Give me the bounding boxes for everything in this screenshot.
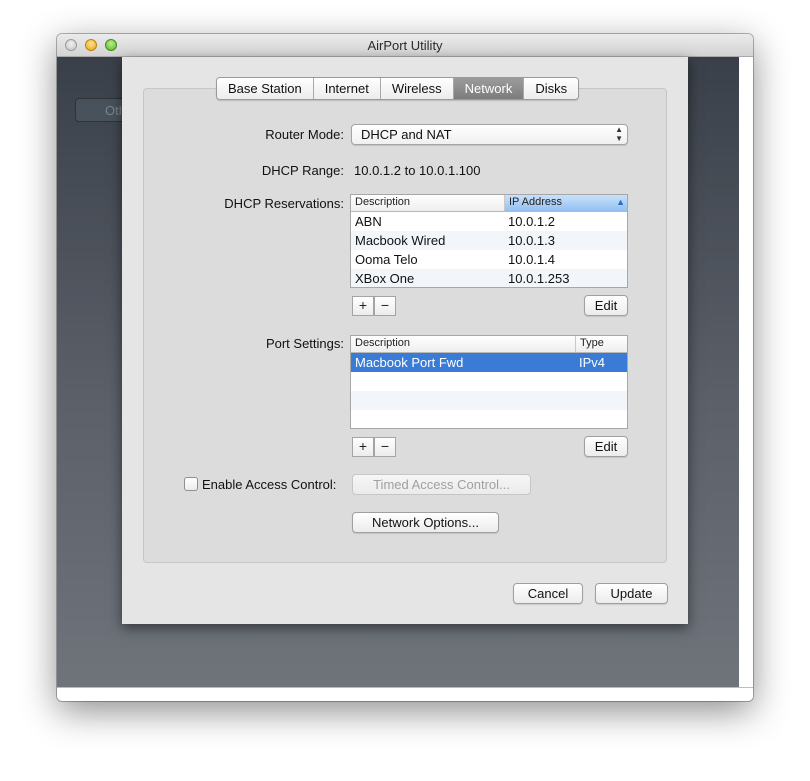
port-settings-label: Port Settings: [265,336,344,351]
remove-port-button[interactable]: − [374,437,396,457]
column-header-ip-address[interactable]: IP Address ▲ [504,195,627,211]
reservation-ip: 10.0.1.2 [508,214,555,229]
column-header-description[interactable]: Description [351,195,504,211]
edit-port-button[interactable]: Edit [584,436,628,457]
table-header: Description IP Address ▲ [351,195,627,212]
remove-reservation-button[interactable]: − [374,296,396,316]
reservation-ip: 10.0.1.4 [508,252,555,267]
dhcp-reservations-table[interactable]: Description IP Address ▲ ABN 10.0.1.2 Ma… [350,194,628,288]
table-header: Description Type [351,336,627,353]
enable-access-control-checkbox[interactable] [184,477,198,491]
sort-ascending-icon: ▲ [616,197,625,207]
cancel-button[interactable]: Cancel [513,583,583,604]
empty-row [351,391,627,410]
column-header-type[interactable]: Type [575,336,627,352]
window-edge [739,57,753,687]
dhcp-range-value: 10.0.1.2 to 10.0.1.100 [354,163,481,178]
reservation-description: Ooma Telo [355,252,418,267]
table-row[interactable]: Ooma Telo 10.0.1.4 [351,250,627,269]
port-settings-table[interactable]: Description Type Macbook Port Fwd IPv4 [350,335,628,429]
tab-network[interactable]: Network [453,78,525,99]
enable-access-control-label[interactable]: Enable Access Control: [202,477,336,492]
router-mode-value: DHCP and NAT [361,127,452,142]
tab-base-station[interactable]: Base Station [217,78,314,99]
column-header-description[interactable]: Description [351,336,575,352]
reservation-ip: 10.0.1.253 [508,271,570,286]
add-reservation-button[interactable]: + [352,296,374,316]
table-row[interactable]: XBox One 10.0.1.253 [351,269,627,287]
table-row[interactable]: ABN 10.0.1.2 [351,212,627,231]
port-description: Macbook Port Fwd [355,355,464,370]
dhcp-range-label: DHCP Range: [261,163,344,178]
popup-arrows-icon: ▲ ▼ [615,125,623,143]
timed-access-control-button[interactable]: Timed Access Control... [352,474,531,495]
reservation-description: ABN [355,214,382,229]
edit-reservation-button[interactable]: Edit [584,295,628,316]
add-port-button[interactable]: + [352,437,374,457]
router-mode-label: Router Mode: [265,127,344,142]
window-title: AirPort Utility [367,38,443,53]
table-row[interactable]: Macbook Wired 10.0.1.3 [351,231,627,250]
dhcp-reservations-label: DHCP Reservations: [224,196,344,211]
table-row[interactable]: Macbook Port Fwd IPv4 [351,353,627,372]
tab-wireless[interactable]: Wireless [380,78,454,99]
empty-row [351,410,627,428]
tab-internet[interactable]: Internet [313,78,381,99]
reservation-ip: 10.0.1.3 [508,233,555,248]
tab-disks[interactable]: Disks [524,78,579,99]
port-type: IPv4 [579,355,606,370]
network-options-button[interactable]: Network Options... [352,512,499,533]
column-header-ip-address-label: IP Address [509,196,562,208]
reservation-description: Macbook Wired [355,233,446,248]
title-bar[interactable]: AirPort Utility [57,34,753,57]
reservation-description: XBox One [355,271,415,286]
empty-row [351,372,627,391]
update-button[interactable]: Update [595,583,668,604]
router-mode-popup[interactable]: DHCP and NAT ▲ ▼ [351,124,628,145]
window-bottom-edge [57,687,753,701]
tab-bar: Base Station Internet Wireless Network D… [216,77,580,100]
